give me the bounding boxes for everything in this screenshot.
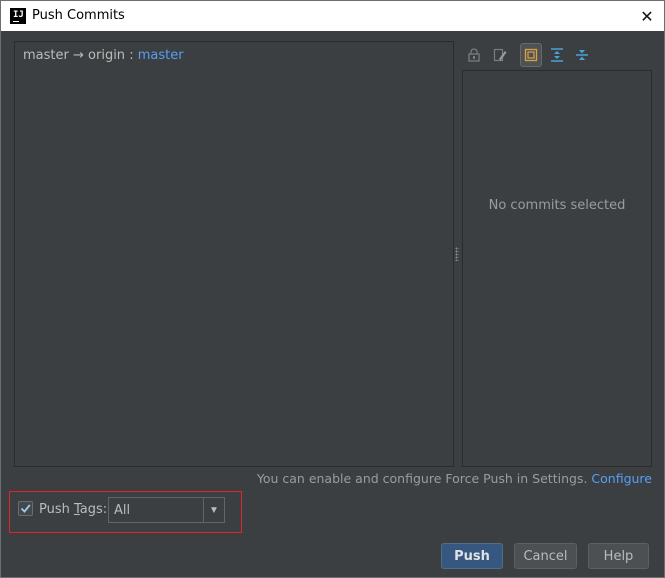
remote-branch-link[interactable]: master (138, 48, 184, 63)
expand-all-icon (551, 48, 563, 62)
close-icon: ✕ (640, 6, 654, 26)
separator: : (129, 48, 134, 63)
collapse-all-button[interactable] (571, 43, 593, 67)
arrow-icon: → (72, 48, 84, 63)
dropdown-arrow-icon[interactable]: ▼ (203, 498, 224, 522)
push-commits-dialog: IJ Push Commits ✕ master → origin : mast… (0, 0, 665, 578)
push-tags-checkbox[interactable] (18, 501, 33, 516)
show-details-icon (524, 48, 538, 62)
push-commits-tree[interactable]: master → origin : master (14, 41, 454, 467)
splitter-handle[interactable] (455, 247, 459, 261)
remote-name: origin (88, 48, 126, 63)
help-button[interactable]: Help (588, 543, 649, 569)
intellij-app-icon: IJ (10, 8, 26, 24)
show-details-button[interactable] (520, 43, 542, 67)
dialog-title: Push Commits (32, 8, 125, 23)
force-push-note: You can enable and configure Force Push … (257, 471, 652, 486)
configure-link[interactable]: Configure (591, 471, 652, 486)
empty-details-message: No commits selected (488, 198, 626, 213)
push-tags-selected-value: All (114, 503, 131, 518)
local-branch: master (23, 48, 69, 63)
push-tags-select[interactable]: All ▼ (108, 497, 225, 523)
edit-icon (493, 48, 507, 62)
title-bar: IJ Push Commits ✕ (1, 1, 664, 31)
lock-button[interactable] (463, 43, 485, 67)
commit-details-panel: No commits selected (462, 70, 652, 467)
expand-all-button[interactable] (546, 43, 568, 67)
cancel-button[interactable]: Cancel (514, 543, 577, 569)
close-button[interactable]: ✕ (630, 1, 664, 31)
checkmark-icon (20, 504, 31, 513)
collapse-all-icon (576, 50, 588, 60)
push-target-row[interactable]: master → origin : master (23, 48, 184, 63)
push-tags-label-start: Push (39, 502, 74, 517)
push-tags-label-end: ags: (79, 502, 108, 517)
edit-button[interactable] (489, 43, 511, 67)
lock-icon (468, 48, 480, 62)
force-push-note-text: You can enable and configure Force Push … (256, 471, 588, 486)
push-button[interactable]: Push (441, 543, 503, 569)
push-tags-label[interactable]: Push Tags: (39, 502, 107, 517)
details-toolbar (463, 43, 651, 69)
